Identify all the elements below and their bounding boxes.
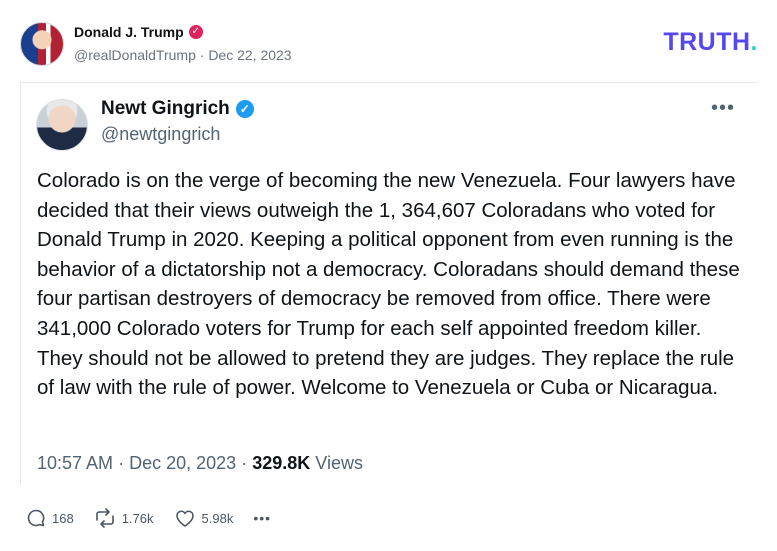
views-label: Views	[315, 453, 363, 473]
post-header: Donald J. Trump ✓ @realDonaldTrump · Dec…	[20, 22, 760, 66]
author-name[interactable]: Donald J. Trump	[74, 24, 184, 40]
quoted-avatar[interactable]	[36, 99, 88, 151]
speech-bubble-icon	[26, 508, 46, 528]
meta-separator: ·	[199, 47, 205, 63]
repost-arrows-icon	[94, 508, 116, 528]
verified-badge-icon: ✓	[188, 25, 203, 39]
heart-icon	[174, 508, 196, 528]
quoted-name-row: Newt Gingrich ✓	[101, 98, 254, 120]
reply-button[interactable]: 168	[26, 508, 74, 528]
post-actions: 168 1.76k 5.98k •••	[26, 508, 291, 528]
author-avatar[interactable]	[20, 22, 64, 66]
quoted-name[interactable]: Newt Gingrich	[101, 98, 230, 120]
author-meta: @realDonaldTrump · Dec 22, 2023	[74, 47, 292, 63]
author-handle[interactable]: @realDonaldTrump	[74, 47, 196, 63]
quoted-time[interactable]: 10:57 AM	[37, 453, 113, 473]
verified-badge-blue-icon: ✓	[235, 100, 254, 118]
more-options-icon[interactable]: •••	[711, 97, 735, 120]
quoted-meta-separator: ·	[118, 453, 125, 473]
reply-count: 168	[52, 510, 74, 526]
quoted-tweet-card[interactable]: Newt Gingrich ✓ @newtgingrich ••• Colora…	[20, 82, 757, 485]
quoted-text: Colorado is on the verge of becoming the…	[37, 169, 740, 400]
ellipsis-icon: •••	[253, 510, 272, 526]
views-count: 329.8K	[252, 453, 311, 473]
more-actions-button[interactable]: •••	[253, 510, 271, 526]
retruth-button[interactable]: 1.76k	[94, 508, 154, 528]
truth-logo[interactable]: TRUTH.	[663, 28, 758, 57]
quoted-date[interactable]: Dec 20, 2023	[129, 453, 236, 473]
author-name-row: Donald J. Trump ✓	[74, 24, 203, 40]
truth-logo-text: TRUTH	[663, 28, 751, 56]
quoted-meta: 10:57 AM · Dec 20, 2023 · 329.8K Views	[37, 453, 363, 474]
quoted-handle[interactable]: @newtgingrich	[101, 124, 220, 145]
like-button[interactable]: 5.98k	[174, 508, 234, 528]
quoted-meta-separator-2: ·	[241, 453, 248, 473]
like-count: 5.98k	[201, 510, 234, 526]
truth-logo-dot: .	[750, 28, 758, 56]
post-date[interactable]: Dec 22, 2023	[208, 47, 291, 63]
retruth-count: 1.76k	[121, 510, 154, 526]
